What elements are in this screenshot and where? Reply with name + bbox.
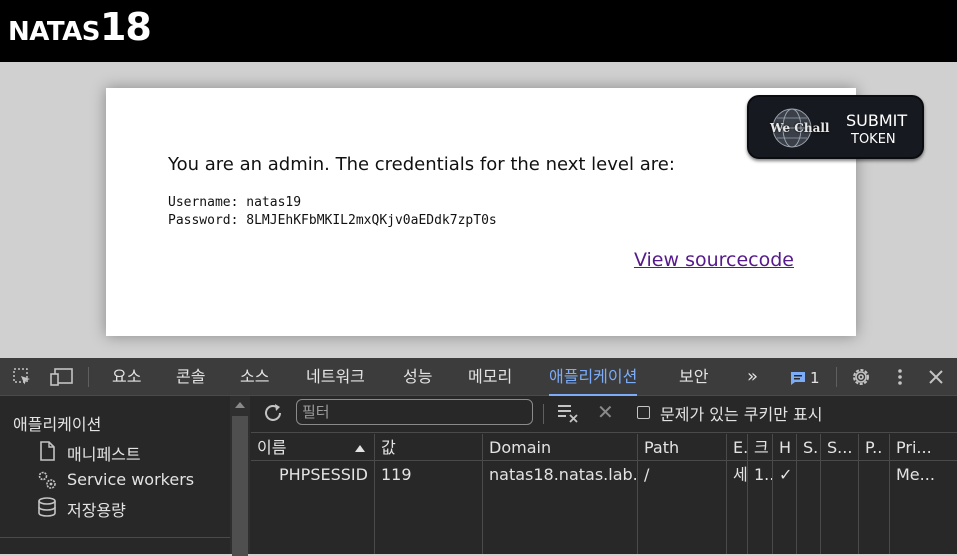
wechall-logo-text: We Chall [770,121,830,135]
column-header-path[interactable]: Path [638,434,727,461]
delete-selected-icon[interactable]: ✕ [597,400,614,424]
toolbar-separator [836,367,837,387]
column-header-size[interactable]: 크 [748,434,773,461]
column-divider [889,489,890,554]
device-toolbar-icon[interactable] [50,367,74,387]
sidebar-divider [0,537,230,538]
tab-elements[interactable]: 요소 [112,358,141,396]
only-issues-label: 문제가 있는 쿠키만 표시 [660,405,823,424]
file-icon [40,441,55,461]
submit-label: SUBMIT [846,111,908,130]
column-divider [637,489,638,554]
filter-separator [543,404,544,424]
cookies-table: 이름 값 Domain Path E. 크 H S. S... P.. Pri.… [251,434,957,554]
tab-application[interactable]: 애플리케이션 [549,358,638,396]
tab-performance[interactable]: 성능 [403,358,432,396]
more-options-icon[interactable] [890,367,910,387]
devtools-panel: 요소 콘솔 소스 네트워크 성능 메모리 애플리케이션 보안 » 1 애플리케이… [0,358,957,556]
tab-memory[interactable]: 메모리 [468,358,512,396]
issues-count: 1 [810,369,820,387]
column-divider [374,489,375,554]
column-divider [726,489,727,554]
cookies-panel: ✕ 문제가 있는 쿠키만 표시 이름 값 Domain Path E. 크 H … [251,396,957,554]
cell-priority[interactable]: Me... [890,461,957,489]
toolbar-separator [88,367,89,387]
sidebar-item-label: 저장용량 [67,501,126,520]
token-label: TOKEN [851,132,896,147]
cell-secure[interactable] [797,461,821,489]
only-issues-checkbox[interactable] [637,406,650,419]
site-title-level: 18 [99,5,152,49]
database-icon [38,497,56,517]
site-title-text: NATAS [8,17,100,47]
tab-sources[interactable]: 소스 [240,358,269,396]
filter-input[interactable] [296,399,533,425]
column-header-domain[interactable]: Domain [483,434,638,461]
more-tabs-button[interactable]: » [747,358,758,396]
username-line: Username: natas19 [168,195,302,210]
gears-icon [38,471,56,489]
tab-security[interactable]: 보안 [679,358,708,396]
cell-httponly[interactable]: ✓ [773,461,797,489]
close-icon[interactable] [926,367,946,387]
clear-all-icon[interactable] [556,402,580,424]
cell-name[interactable]: PHPSESSID [251,461,375,489]
column-divider [772,489,773,554]
column-header-partition[interactable]: P.. [859,434,890,461]
application-sidebar: 애플리케이션 매니페스트 Service workers 저장용량 [0,396,230,554]
sidebar-title: 애플리케이션 [13,415,102,434]
settings-gear-icon[interactable] [850,366,872,388]
cell-partition[interactable] [859,461,890,489]
devtools-toolbar: 요소 콘솔 소스 네트워크 성능 메모리 애플리케이션 보안 » 1 [0,358,957,396]
column-header-httponly[interactable]: H [773,434,797,461]
sort-ascending-icon [355,445,365,452]
sidebar-scrollbar[interactable] [230,396,250,556]
cookies-filter-bar: ✕ 문제가 있는 쿠키만 표시 [251,396,957,433]
content-card: You are an admin. The credentials for th… [106,88,856,336]
scrollbar-thumb[interactable] [232,416,248,556]
submit-token-button[interactable]: We Chall SUBMIT TOKEN [747,95,924,159]
table-header: 이름 값 Domain Path E. 크 H S. S... P.. Pri.… [251,434,957,461]
tab-network[interactable]: 네트워크 [306,358,365,396]
site-title: NATAS18 [8,5,152,49]
cell-path[interactable]: / [638,461,727,489]
inspect-element-icon[interactable] [12,367,32,387]
sidebar-item-label: 매니페스트 [67,445,141,464]
page-header: NATAS18 [0,0,957,62]
admin-message: You are an admin. The credentials for th… [168,154,675,175]
tab-console[interactable]: 콘솔 [176,358,205,396]
column-header-expires[interactable]: E. [727,434,748,461]
scroll-up-arrow[interactable] [235,402,245,408]
cell-size[interactable]: 1.. [748,461,773,489]
cell-expires[interactable]: 세 [727,461,748,489]
cell-value[interactable]: 119 [375,461,483,489]
column-header-priority[interactable]: Pri... [890,434,957,461]
view-sourcecode-link[interactable]: View sourcecode [634,249,794,271]
column-divider [820,489,821,554]
message-icon [791,372,805,385]
column-divider [858,489,859,554]
column-divider [747,489,748,554]
cell-samesite[interactable] [821,461,859,489]
cell-domain[interactable]: natas18.natas.lab... [483,461,638,489]
table-row[interactable]: PHPSESSID 119 natas18.natas.lab... / 세 1… [251,461,957,489]
column-header-samesite[interactable]: S... [821,434,859,461]
column-divider [482,489,483,554]
column-header-value[interactable]: 값 [375,434,483,461]
password-line: Password: 8LMJEhKFbMKIL2mxQKjv0aEDdk7zpT… [168,213,497,228]
column-divider [796,489,797,554]
sidebar-item-label: Service workers [67,470,195,489]
column-header-secure[interactable]: S. [797,434,821,461]
refresh-icon[interactable] [262,402,284,424]
